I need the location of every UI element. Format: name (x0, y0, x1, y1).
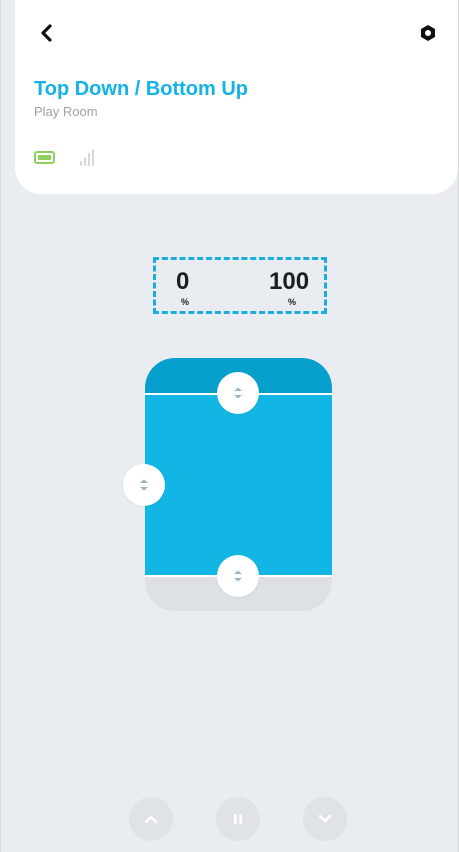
bottom-position-unit: % (288, 297, 297, 307)
shade-fabric (145, 394, 332, 576)
room-name: Play Room (34, 104, 98, 119)
hexagon-settings-icon (421, 25, 435, 41)
up-down-arrows-icon (140, 479, 148, 491)
top-position-unit: % (181, 297, 190, 307)
up-down-arrows-icon (234, 570, 242, 582)
top-position-value: 0 (176, 268, 190, 295)
combined-shade-handle[interactable] (123, 464, 165, 506)
top-rail-handle[interactable] (217, 372, 259, 414)
chevron-left-icon (41, 24, 52, 42)
signal-bars-icon (80, 149, 98, 166)
position-readout: 0 % 100 % (153, 257, 327, 314)
stop-button[interactable] (216, 797, 260, 841)
screen: Top Down / Bottom Up Play Room 0 % 100 % (0, 0, 459, 852)
bottom-rail-handle[interactable] (217, 555, 259, 597)
open-button[interactable] (129, 797, 173, 841)
bottom-position-value: 100 (269, 268, 310, 295)
chevron-down-icon (318, 814, 332, 823)
device-title: Top Down / Bottom Up (34, 78, 249, 100)
battery-full-icon (34, 151, 55, 164)
close-button[interactable] (303, 797, 347, 841)
back-button[interactable] (29, 16, 65, 50)
pause-icon (234, 814, 242, 824)
up-down-arrows-icon (234, 387, 242, 399)
chevron-up-icon (144, 815, 158, 824)
settings-button[interactable] (408, 16, 448, 50)
